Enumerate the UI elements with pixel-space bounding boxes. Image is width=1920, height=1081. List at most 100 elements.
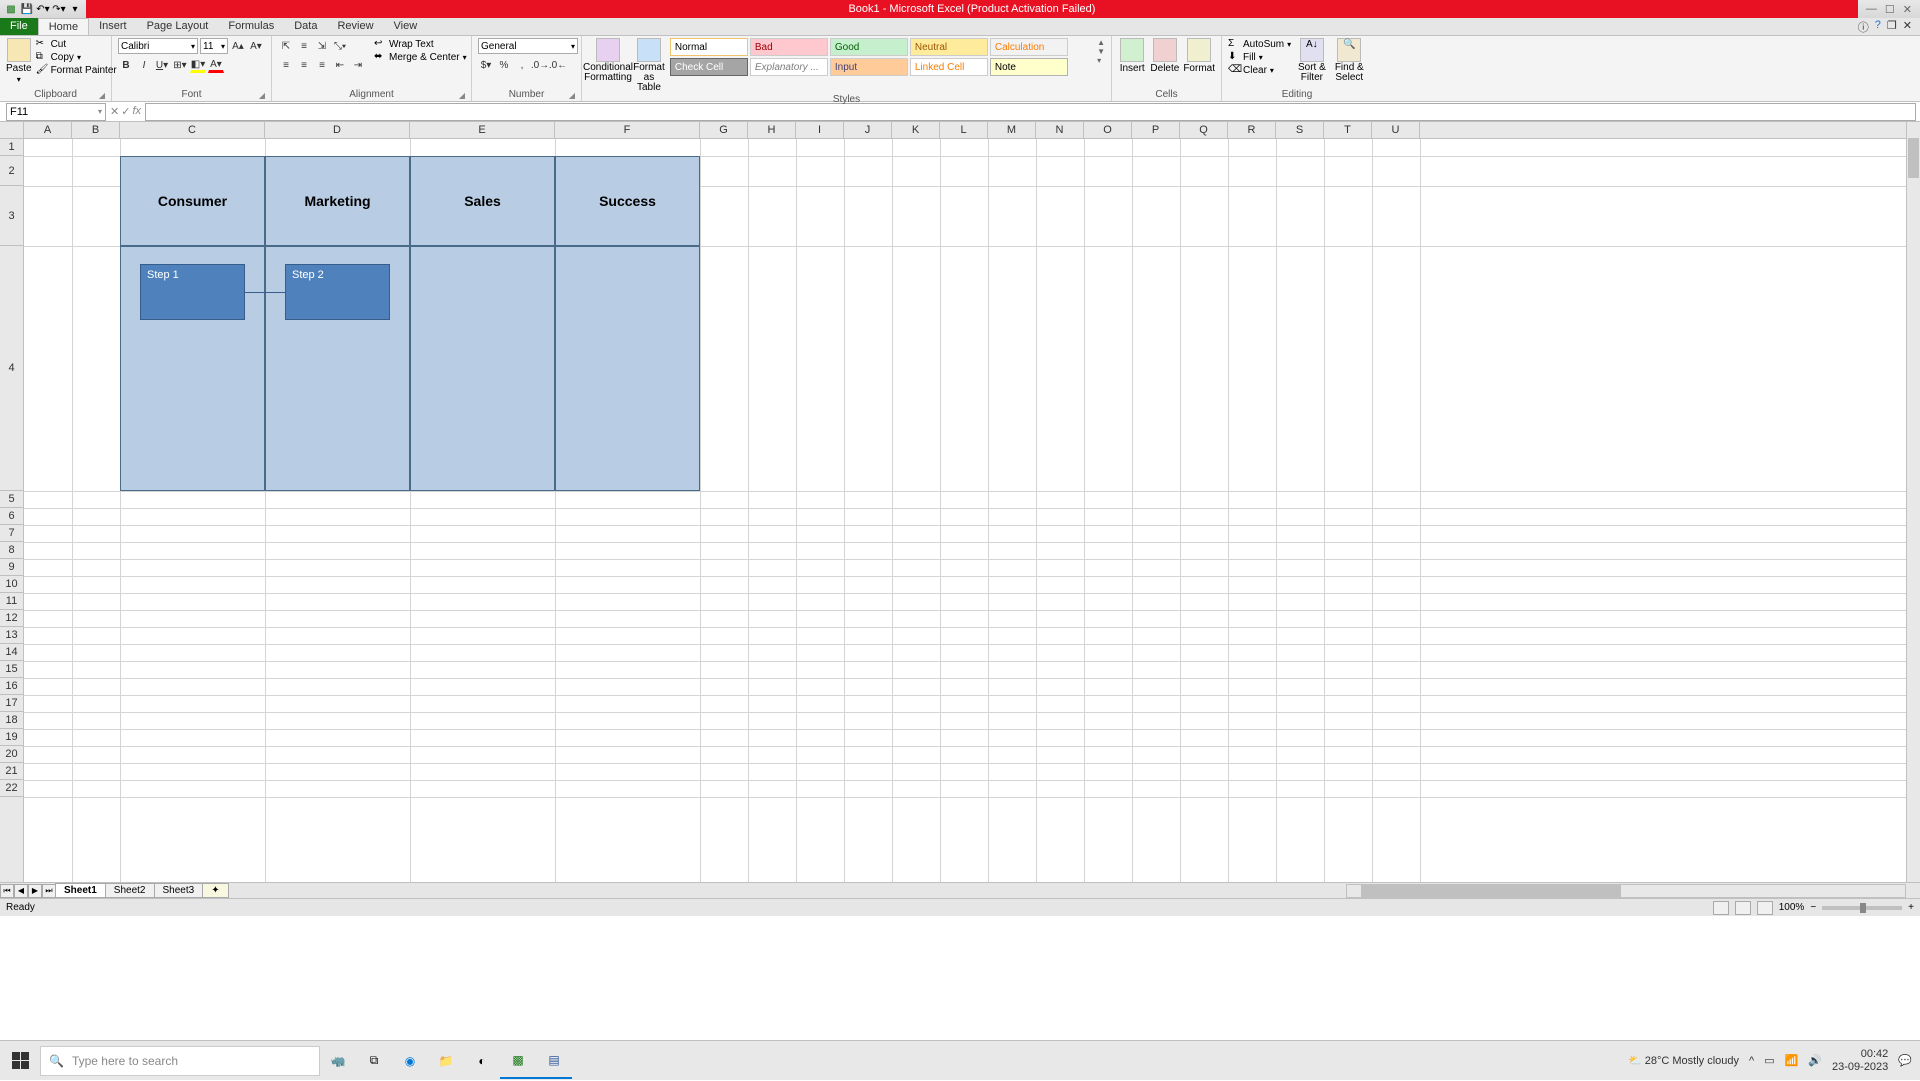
font-launcher-icon[interactable]: ◢	[259, 91, 265, 100]
gallery-more-icon[interactable]: ▾	[1097, 56, 1105, 65]
font-color-button[interactable]: A▾	[208, 57, 224, 73]
row-headers[interactable]: 12345678910111213141516171819202122	[0, 139, 24, 882]
tab-data[interactable]: Data	[284, 18, 327, 35]
col-header-U[interactable]: U	[1372, 122, 1420, 138]
minimize-button[interactable]: —	[1866, 3, 1877, 16]
sheet-tab-sheet3[interactable]: Sheet3	[154, 883, 204, 898]
cell-style-normal[interactable]: Normal	[670, 38, 748, 56]
tab-home[interactable]: Home	[38, 18, 89, 35]
tab-view[interactable]: View	[384, 18, 428, 35]
row-header-6[interactable]: 6	[0, 508, 23, 525]
zoom-out-icon[interactable]: −	[1810, 902, 1816, 913]
restore-window-icon[interactable]: ❐	[1887, 19, 1897, 35]
hscroll-thumb[interactable]	[1361, 885, 1621, 897]
row-header-14[interactable]: 14	[0, 644, 23, 661]
underline-button[interactable]: U▾	[154, 57, 170, 73]
row-header-10[interactable]: 10	[0, 576, 23, 593]
font-name-combo[interactable]: Calibri▾	[118, 38, 198, 54]
cell-style-explanatory-[interactable]: Explanatory ...	[750, 58, 828, 76]
cell-style-bad[interactable]: Bad	[750, 38, 828, 56]
page-break-view-icon[interactable]	[1757, 901, 1773, 915]
row-header-22[interactable]: 22	[0, 780, 23, 797]
tab-page-layout[interactable]: Page Layout	[137, 18, 219, 35]
gallery-up-icon[interactable]: ▲	[1097, 38, 1105, 47]
first-sheet-icon[interactable]: ⏮	[0, 884, 14, 898]
start-button[interactable]	[0, 1041, 40, 1081]
row-header-18[interactable]: 18	[0, 712, 23, 729]
sheet-tab-sheet2[interactable]: Sheet2	[105, 883, 155, 898]
step-box-1[interactable]: Step 1	[140, 264, 245, 320]
autosum-button[interactable]: ΣAutoSum▾	[1228, 38, 1291, 50]
new-sheet-button[interactable]: ✦	[202, 883, 228, 898]
cut-button[interactable]: ✂Cut	[36, 38, 117, 50]
close-button[interactable]: ✕	[1903, 3, 1912, 16]
format-cells-button[interactable]: Format	[1183, 38, 1215, 74]
row-header-11[interactable]: 11	[0, 593, 23, 610]
undo-icon[interactable]: ↶▾	[36, 2, 50, 16]
tray-chevron-icon[interactable]: ^	[1749, 1055, 1754, 1067]
prev-sheet-icon[interactable]: ◀	[14, 884, 28, 898]
row-header-21[interactable]: 21	[0, 763, 23, 780]
row-header-16[interactable]: 16	[0, 678, 23, 695]
sheet-tab-sheet1[interactable]: Sheet1	[55, 883, 106, 898]
col-header-Q[interactable]: Q	[1180, 122, 1228, 138]
row-header-20[interactable]: 20	[0, 746, 23, 763]
close-workbook-icon[interactable]: ✕	[1903, 19, 1912, 35]
tab-review[interactable]: Review	[327, 18, 383, 35]
tab-file[interactable]: File	[0, 18, 38, 35]
col-header-O[interactable]: O	[1084, 122, 1132, 138]
next-sheet-icon[interactable]: ▶	[28, 884, 42, 898]
notifications-icon[interactable]: 💬	[1898, 1054, 1912, 1067]
tab-insert[interactable]: Insert	[89, 18, 137, 35]
enter-formula-icon[interactable]: ✓	[121, 105, 130, 118]
col-header-L[interactable]: L	[940, 122, 988, 138]
copy-button[interactable]: ⧉Copy▾	[36, 51, 117, 63]
cell-style-good[interactable]: Good	[830, 38, 908, 56]
word-taskbar-icon[interactable]: ▤	[536, 1043, 572, 1079]
increase-font-icon[interactable]: A▴	[230, 38, 246, 54]
row-header-19[interactable]: 19	[0, 729, 23, 746]
help-icon[interactable]: ?	[1875, 19, 1881, 35]
zoom-in-icon[interactable]: +	[1908, 902, 1914, 913]
row-header-4[interactable]: 4	[0, 246, 23, 491]
col-header-F[interactable]: F	[555, 122, 700, 138]
decrease-font-icon[interactable]: A▾	[248, 38, 264, 54]
taskbar-search[interactable]: 🔍Type here to search	[40, 1046, 320, 1076]
insert-cells-button[interactable]: Insert	[1118, 38, 1146, 74]
qat-customize-icon[interactable]: ▾	[68, 2, 82, 16]
col-header-H[interactable]: H	[748, 122, 796, 138]
decrease-decimal-icon[interactable]: .0←	[550, 57, 566, 73]
cell-style-input[interactable]: Input	[830, 58, 908, 76]
format-as-table-button[interactable]: Format as Table	[632, 38, 666, 93]
col-header-K[interactable]: K	[892, 122, 940, 138]
column-headers[interactable]: ABCDEFGHIJKLMNOPQRSTU	[0, 122, 1906, 139]
orientation-icon[interactable]: ⤡▾	[332, 38, 348, 54]
find-select-button[interactable]: 🔍Find & Select	[1333, 38, 1366, 83]
gallery-down-icon[interactable]: ▼	[1097, 47, 1105, 56]
percent-format-icon[interactable]: %	[496, 57, 512, 73]
normal-view-icon[interactable]	[1713, 901, 1729, 915]
align-left-icon[interactable]: ≡	[278, 57, 294, 73]
excel-taskbar-icon[interactable]: ▩	[500, 1043, 536, 1079]
page-layout-view-icon[interactable]	[1735, 901, 1751, 915]
cell-style-calculation[interactable]: Calculation	[990, 38, 1068, 56]
col-header-N[interactable]: N	[1036, 122, 1084, 138]
col-header-R[interactable]: R	[1228, 122, 1276, 138]
decrease-indent-icon[interactable]: ⇤	[332, 57, 348, 73]
col-header-S[interactable]: S	[1276, 122, 1324, 138]
row-header-5[interactable]: 5	[0, 491, 23, 508]
edge-icon[interactable]: ◉	[392, 1043, 428, 1079]
cell-style-note[interactable]: Note	[990, 58, 1068, 76]
zoom-slider[interactable]	[1822, 906, 1902, 910]
sort-filter-button[interactable]: A↓Sort & Filter	[1295, 38, 1328, 83]
bold-button[interactable]: B	[118, 57, 134, 73]
zoom-level[interactable]: 100%	[1779, 902, 1805, 913]
file-explorer-icon[interactable]: 📁	[428, 1043, 464, 1079]
fill-color-button[interactable]: ◧▾	[190, 57, 206, 73]
row-header-8[interactable]: 8	[0, 542, 23, 559]
col-header-J[interactable]: J	[844, 122, 892, 138]
col-header-I[interactable]: I	[796, 122, 844, 138]
tray-wifi-icon[interactable]: 📶	[1785, 1054, 1799, 1067]
number-launcher-icon[interactable]: ◢	[569, 91, 575, 100]
name-box[interactable]: F11▾	[6, 103, 106, 121]
